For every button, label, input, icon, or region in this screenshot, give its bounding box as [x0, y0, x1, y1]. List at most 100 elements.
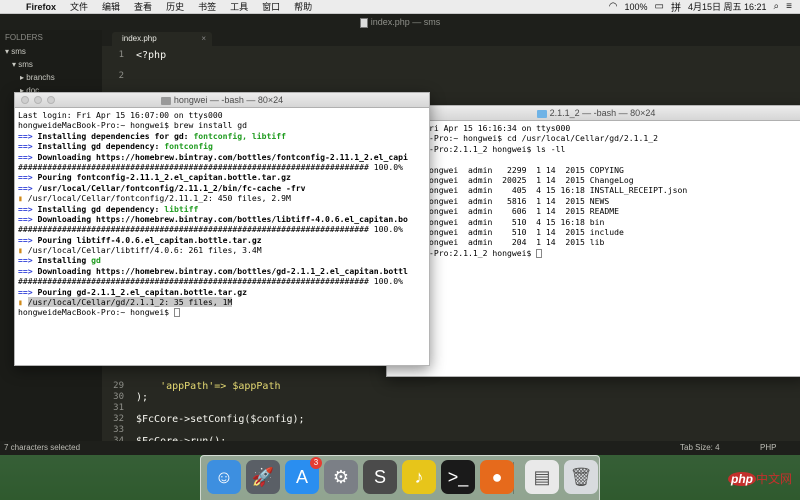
folder-branchs[interactable]: ▸ branchs	[0, 71, 102, 84]
terminal-line: ==> Pouring gd-2.1.1_2.el_capitan.bottle…	[18, 286, 248, 297]
menu-history[interactable]: 历史	[159, 0, 191, 13]
menubar-status-area: ◠ 100% ▭ 拼 4月15日 周五 16:21 ⌕ ≡	[609, 0, 800, 14]
terminal-line: ==> Pouring fontconfig-2.11.1_2.el_capit…	[18, 172, 291, 183]
terminal-line: hongweideMacBook-Pro:~ hongwei$	[18, 307, 426, 318]
terminal-line: -x 15 hongwei admin 510 4 15 16:18 bin	[390, 216, 605, 227]
terminal-line: ==> Downloading https://homebrew.bintray…	[18, 265, 408, 276]
terminal-line: -- 1 hongwei admin 606 1 14 2015 README	[390, 206, 620, 217]
sublime-title: index.php — sms	[370, 17, 441, 27]
menu-file[interactable]: 文件	[63, 0, 95, 13]
terminal-line: eMacBook-Pro:2.1.1_2 hongwei$	[390, 248, 800, 258]
code-line: 'appPath'=> $appPath	[136, 381, 281, 392]
menu-view[interactable]: 查看	[127, 0, 159, 13]
sublime-title-bar: index.php — sms	[0, 14, 800, 30]
finder-icon[interactable]: ☺	[207, 460, 241, 494]
folder-sms[interactable]: ▾ sms	[0, 58, 102, 71]
close-tab-icon[interactable]: ×	[201, 32, 206, 46]
input-method-icon[interactable]: 拼	[671, 0, 681, 14]
battery-icon[interactable]: ▭	[655, 1, 664, 12]
terminal-line: Last login: Fri Apr 15 16:07:00 on ttys0…	[18, 110, 223, 120]
home-folder-icon	[160, 96, 171, 105]
watermark-logo: php 中文网	[728, 470, 792, 487]
notification-center-icon[interactable]: ≡	[786, 1, 792, 12]
terminal-cursor	[173, 308, 180, 318]
tab-size-selector[interactable]: Tab Size: 4	[680, 441, 720, 455]
terminal-icon[interactable]: >_	[441, 460, 475, 494]
music-app-icon[interactable]: ♪	[402, 460, 436, 494]
terminal-line: ==> Downloading https://homebrew.bintray…	[18, 213, 408, 224]
syntax-selector[interactable]: PHP	[760, 441, 776, 455]
document-icon	[359, 17, 368, 28]
line-number: 31	[113, 403, 124, 413]
sublime-text-icon[interactable]: S	[363, 460, 397, 494]
line-number: 30	[113, 392, 124, 402]
terminal-line: ==> Downloading https://homebrew.bintray…	[18, 151, 408, 162]
terminal-line: ########################################…	[18, 276, 403, 287]
menu-app-name[interactable]: Firefox	[22, 2, 63, 12]
terminal-line: eMacBook-Pro:2.1.1_2 hongwei$ ls -ll	[390, 143, 566, 154]
terminal-line: -- 1 hongwei admin 405 4 15 16:18 INSTAL…	[390, 185, 688, 196]
menu-edit[interactable]: 编辑	[95, 0, 127, 13]
line-number: 2	[118, 71, 124, 81]
minimize-window-button[interactable]	[34, 96, 42, 104]
app-store-icon[interactable]: A3	[285, 457, 322, 494]
tab-index-php[interactable]: index.php ×	[112, 32, 212, 46]
terminal-line: ########################################…	[18, 161, 403, 172]
beer-icon: ▮	[18, 297, 28, 308]
terminal-line: ▮ /usr/local/Cellar/gd/2.1.1_2: 35 files…	[18, 297, 233, 308]
clock[interactable]: 4月15日 周五 16:21	[688, 0, 767, 13]
dock: ☺ 🚀 A 3 ⚙ S ♪ >_ ● ▤ 🗑	[200, 455, 600, 500]
notification-badge: 3	[310, 457, 322, 469]
terminal-line: ==> /usr/local/Cellar/fontconfig/2.11.1_…	[18, 182, 306, 193]
spotlight-icon[interactable]: ⌕	[774, 1, 780, 12]
code-line: );	[136, 392, 149, 403]
code-line: <?php	[136, 50, 167, 61]
terminal-line: ▮ /usr/local/Cellar/libtiff/4.0.6: 261 f…	[18, 245, 262, 256]
line-number: 33	[113, 425, 124, 435]
terminal-line: -- 1 hongwei admin 2299 1 14 2015 COPYIN…	[390, 164, 624, 175]
menu-bar: Firefox 文件 编辑 查看 历史 书签 工具 窗口 帮助 ◠ 100% ▭…	[0, 0, 800, 14]
terminal-window-back[interactable]: 2.1.1_2 — -bash — 80×24 login: Fri Apr 1…	[386, 105, 800, 377]
system-preferences-icon[interactable]: ⚙	[324, 460, 358, 494]
menu-bookmarks[interactable]: 书签	[191, 0, 223, 13]
status-bar: 7 characters selected Tab Size: 4 PHP	[0, 441, 800, 455]
tab-bar: index.php ×	[102, 30, 800, 46]
beer-icon: ▮	[18, 245, 28, 256]
zoom-window-button[interactable]	[47, 96, 55, 104]
terminal-line: ▮ /usr/local/Cellar/fontconfig/2.11.1_2:…	[18, 193, 291, 204]
terminal-line: -- 1 hongwei admin 20025 1 14 2015 Chang…	[390, 174, 634, 185]
terminal-cursor	[536, 248, 543, 258]
terminal-title: hongwei — -bash — 80×24	[173, 95, 284, 105]
terminal-line: -- 1 hongwei admin 5816 1 14 2015 NEWS	[390, 195, 610, 206]
trash-icon[interactable]: 🗑	[564, 460, 598, 494]
terminal-output[interactable]: login: Fri Apr 15 16:16:34 on ttys000 eMa…	[387, 121, 800, 260]
firefox-icon[interactable]: ●	[480, 460, 514, 494]
terminal-line: ==> Installing gd dependency: fontconfig	[18, 141, 213, 152]
terminal-line: login: Fri Apr 15 16:16:34 on ttys000	[390, 123, 571, 133]
terminal-output[interactable]: Last login: Fri Apr 15 16:07:00 on ttys0…	[15, 108, 429, 320]
terminal-line: -x 15 hongwei admin 510 1 14 2015 includ…	[390, 226, 624, 237]
folder-sms-root[interactable]: ▾ sms	[0, 45, 102, 58]
terminal-line: ==> Installing gd dependency: libtiff	[18, 203, 199, 214]
menu-help[interactable]: 帮助	[287, 0, 319, 13]
terminal-title: 2.1.1_2 — -bash — 80×24	[549, 108, 656, 118]
sidebar-header: FOLDERS	[5, 33, 43, 42]
terminal-title-bar: hongwei — -bash — 80×24	[15, 93, 429, 108]
terminal-title-bar: 2.1.1_2 — -bash — 80×24	[387, 106, 800, 121]
launchpad-icon[interactable]: 🚀	[246, 460, 280, 494]
battery-percent[interactable]: 100%	[625, 2, 648, 12]
line-number: 32	[113, 414, 124, 424]
close-window-button[interactable]	[21, 96, 29, 104]
terminal-window-front[interactable]: hongwei — -bash — 80×24 Last login: Fri …	[14, 92, 430, 366]
window-controls	[21, 96, 55, 104]
selection-status: 7 characters selected	[4, 443, 81, 452]
code-line: $FcCore->setConfig($config);	[136, 414, 305, 425]
menu-tools[interactable]: 工具	[223, 0, 255, 13]
menu-window[interactable]: 窗口	[255, 0, 287, 13]
terminal-line: ==> Pouring libtiff-4.0.6.el_capitan.bot…	[18, 234, 262, 245]
terminal-line: ########################################…	[18, 224, 403, 235]
beer-icon: ▮	[18, 193, 28, 204]
preview-icon[interactable]: ▤	[525, 460, 559, 494]
wifi-icon[interactable]: ◠	[609, 1, 618, 12]
